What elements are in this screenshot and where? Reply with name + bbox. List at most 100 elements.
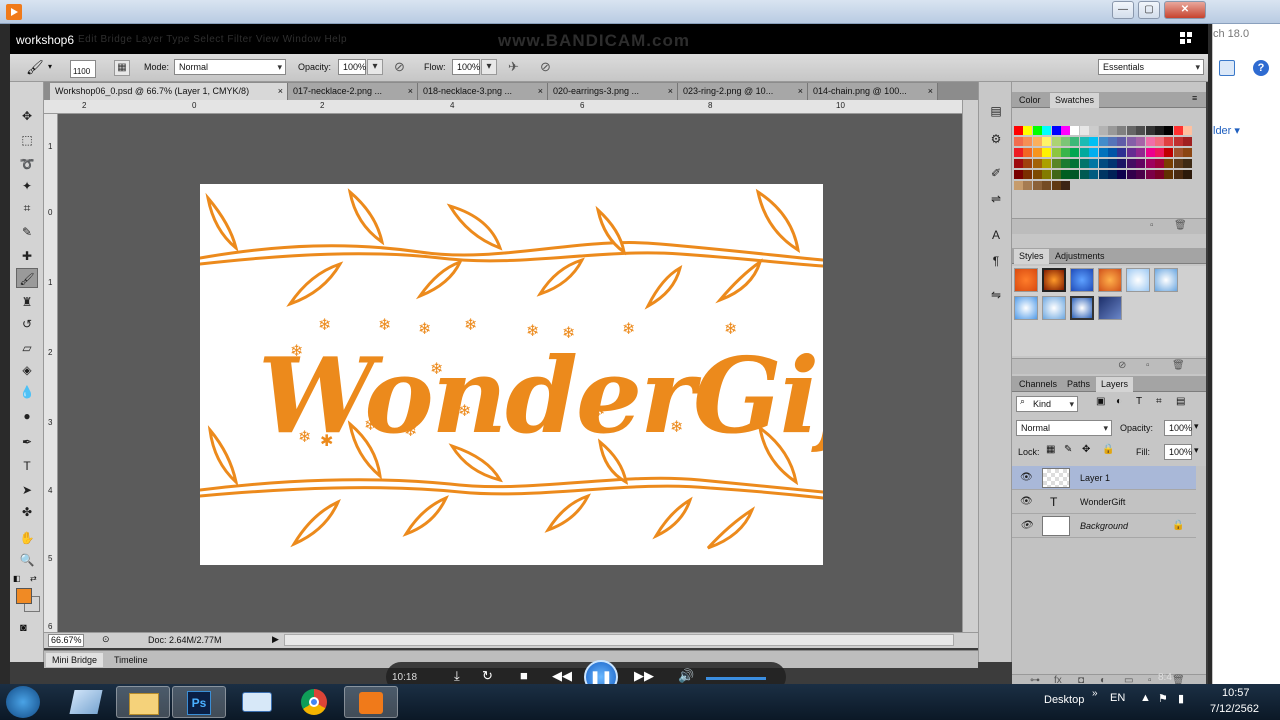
- style-swatch[interactable]: [1070, 296, 1094, 320]
- color-swatch[interactable]: [1098, 137, 1108, 146]
- taskbar-app-photoshop[interactable]: Ps: [172, 686, 226, 718]
- color-swatch[interactable]: [1183, 170, 1193, 179]
- color-swatch[interactable]: [1173, 148, 1183, 157]
- layer-opacity-arrow[interactable]: ▾: [1194, 421, 1199, 432]
- marquee-tool-icon[interactable]: ⬚: [16, 130, 38, 150]
- color-swatch[interactable]: [1032, 137, 1042, 146]
- default-colors-icon[interactable]: ◧: [13, 574, 21, 583]
- color-swatch[interactable]: [1014, 137, 1023, 146]
- filter-shape-icon[interactable]: ⌗: [1156, 396, 1162, 407]
- tab-earrings-3[interactable]: 020-earrings-3.png ... ×: [548, 83, 678, 100]
- taskbar-app-explorer[interactable]: [60, 686, 114, 718]
- layer-row[interactable]: 👁 T WonderGift: [1012, 490, 1196, 514]
- style-swatch[interactable]: [1014, 296, 1038, 320]
- tray-expand-icon[interactable]: ▲: [1140, 692, 1151, 704]
- brush-preset-arrow[interactable]: ▾: [48, 62, 52, 71]
- show-desktop-label[interactable]: Desktop: [1044, 694, 1084, 706]
- layer-name[interactable]: Layer 1: [1080, 466, 1110, 490]
- layer-name[interactable]: Background: [1080, 514, 1128, 538]
- delete-swatch-icon[interactable]: 🗑: [1174, 220, 1187, 231]
- pen-tool-icon[interactable]: ✒: [16, 432, 38, 452]
- tab-swatches[interactable]: Swatches: [1050, 93, 1100, 108]
- color-swatch[interactable]: [1032, 148, 1042, 157]
- color-swatch[interactable]: [1032, 159, 1042, 168]
- blend-mode-select[interactable]: Normal: [1016, 420, 1112, 436]
- color-swatch[interactable]: [1051, 148, 1061, 157]
- color-swatch[interactable]: [1061, 148, 1070, 157]
- color-swatch[interactable]: [1061, 170, 1070, 179]
- tab-necklace-2[interactable]: 017-necklace-2.png ... ×: [288, 83, 418, 100]
- filter-smart-object-icon[interactable]: ▤: [1176, 396, 1185, 407]
- lasso-tool-icon[interactable]: ➰: [16, 154, 38, 174]
- shape-tool-icon[interactable]: ✤: [16, 502, 38, 522]
- color-swatch[interactable]: [1136, 159, 1146, 168]
- tab-close-icon[interactable]: ×: [408, 83, 413, 99]
- menu-bar[interactable]: Edit Bridge Layer Type Select Filter Vie…: [78, 34, 347, 45]
- zoom-level-field[interactable]: 66.67%: [48, 634, 84, 647]
- lock-pixels-icon[interactable]: ✎: [1064, 444, 1072, 455]
- filter-pixel-icon[interactable]: ▣: [1096, 396, 1105, 407]
- tab-channels[interactable]: Channels: [1014, 377, 1062, 392]
- color-swatch[interactable]: [1108, 170, 1117, 179]
- color-swatch[interactable]: [1164, 170, 1174, 179]
- color-swatch[interactable]: [1014, 181, 1023, 190]
- mode-select[interactable]: Normal: [174, 59, 286, 75]
- color-swatch[interactable]: [1183, 126, 1193, 135]
- color-swatch[interactable]: [1136, 137, 1146, 146]
- color-swatch[interactable]: [1051, 137, 1061, 146]
- brush-panel-toggle-icon[interactable]: ▦: [114, 60, 130, 76]
- color-swatch[interactable]: [1079, 159, 1089, 168]
- color-swatch[interactable]: [1014, 126, 1023, 135]
- opacity-input[interactable]: 100%: [338, 59, 366, 75]
- taskbar-app-keyboard[interactable]: [230, 686, 284, 718]
- color-swatch[interactable]: [1089, 170, 1099, 179]
- tool-presets-icon[interactable]: ⇋: [987, 286, 1005, 304]
- repeat-icon[interactable]: ⤓: [454, 668, 460, 684]
- brush-size-preview[interactable]: 1100: [70, 60, 96, 78]
- close-button[interactable]: ✕: [1164, 1, 1206, 19]
- color-swatch[interactable]: [1173, 126, 1183, 135]
- color-swatch[interactable]: [1126, 126, 1136, 135]
- color-swatch[interactable]: [1145, 137, 1155, 146]
- color-swatch[interactable]: [1070, 148, 1080, 157]
- color-swatch[interactable]: [1136, 126, 1146, 135]
- export-icon[interactable]: ⊙: [102, 634, 110, 645]
- color-swatch[interactable]: [1155, 126, 1164, 135]
- color-swatch[interactable]: [1173, 159, 1183, 168]
- color-swatch[interactable]: [1051, 126, 1061, 135]
- color-swatch[interactable]: [1117, 148, 1127, 157]
- color-swatch[interactable]: [1155, 137, 1164, 146]
- color-swatch[interactable]: [1098, 126, 1108, 135]
- foreground-color-swatch[interactable]: [16, 588, 32, 604]
- clock-time[interactable]: 10:57: [1222, 687, 1250, 699]
- volume-slider[interactable]: [706, 677, 766, 680]
- color-swatch[interactable]: [1089, 148, 1099, 157]
- tab-paths[interactable]: Paths: [1062, 377, 1095, 392]
- color-swatch[interactable]: [1032, 181, 1042, 190]
- layer-row[interactable]: 👁 Background 🔒: [1012, 514, 1196, 538]
- color-swatch[interactable]: [1070, 126, 1080, 135]
- color-swatch[interactable]: [1023, 148, 1033, 157]
- delete-style-icon[interactable]: 🗑: [1172, 360, 1185, 371]
- color-swatch[interactable]: [1014, 148, 1023, 157]
- color-swatch[interactable]: [1023, 137, 1033, 146]
- tab-necklace-3[interactable]: 018-necklace-3.png ... ×: [418, 83, 548, 100]
- color-swatch[interactable]: [1023, 181, 1033, 190]
- tab-close-icon[interactable]: ×: [668, 83, 673, 99]
- brush-tool-icon[interactable]: 🖌: [26, 59, 44, 76]
- layer-filter-kind-select[interactable]: Kind: [1016, 396, 1078, 412]
- color-swatch[interactable]: [1042, 148, 1052, 157]
- airbrush-icon[interactable]: ✈: [508, 59, 519, 75]
- tab-close-icon[interactable]: ×: [928, 83, 933, 99]
- rewind-icon[interactable]: ◀◀: [552, 668, 572, 684]
- style-swatch[interactable]: [1126, 268, 1150, 292]
- color-swatch[interactable]: [1051, 170, 1061, 179]
- folder-dropdown[interactable]: lder ▾: [1213, 124, 1240, 137]
- network-icon[interactable]: ▮: [1178, 692, 1184, 705]
- color-swatch[interactable]: [1117, 126, 1127, 135]
- color-swatch[interactable]: [1061, 137, 1070, 146]
- color-swatch[interactable]: [1136, 148, 1146, 157]
- tab-styles[interactable]: Styles: [1014, 249, 1049, 264]
- window-icon[interactable]: [1219, 60, 1235, 76]
- swatches-grid-area[interactable]: [1012, 108, 1206, 218]
